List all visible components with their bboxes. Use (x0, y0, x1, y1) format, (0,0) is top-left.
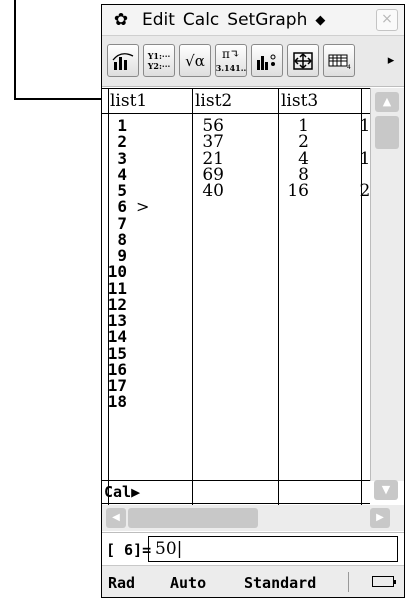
header-list3[interactable]: list3 (281, 88, 359, 114)
battery-icon (372, 576, 396, 587)
status-mode[interactable]: Auto (170, 574, 206, 592)
diamond-icon[interactable]: ◆ (315, 13, 325, 28)
row-number: 2 (117, 132, 127, 152)
sqrt-alpha-icon[interactable]: √α (179, 44, 211, 77)
calculator-screen: ✿ Edit Calc SetGraph ◆ × Y1:··· Y2:··· √α… (101, 4, 405, 598)
horizontal-scrollbar[interactable]: ◀ ▶ (102, 505, 404, 531)
gear-icon[interactable]: ✿ (108, 10, 134, 30)
menu-bar: ✿ Edit Calc SetGraph ◆ × (102, 5, 404, 36)
graph-icon[interactable] (107, 44, 139, 77)
scroll-down-icon[interactable]: ▼ (374, 480, 398, 500)
status-separator (348, 572, 349, 592)
entry-line: [ 6]= 50| (102, 532, 404, 565)
status-bar: Rad Auto Standard (102, 565, 404, 597)
table-icon[interactable]: 4 (323, 44, 355, 77)
vertical-scrollbar[interactable]: ▲ (370, 88, 404, 481)
header-list1[interactable]: list1 (110, 88, 188, 114)
entry-input[interactable]: 50| (148, 536, 398, 562)
scroll-up-icon[interactable]: ▲ (375, 92, 399, 112)
y-editor-icon[interactable]: Y1:··· Y2:··· (143, 44, 175, 77)
scroll-thumb[interactable] (375, 116, 399, 149)
scroll-left-icon[interactable]: ◀ (106, 508, 126, 528)
status-display[interactable]: Standard (244, 574, 316, 592)
pi-decimal-icon[interactable]: π↴ 3.141.. (215, 44, 247, 77)
menu-edit[interactable]: Edit (142, 10, 175, 30)
row-number: 10 (107, 262, 127, 282)
scroll-right-icon[interactable]: ▶ (370, 508, 390, 528)
horizontal-scroll-thumb[interactable] (128, 508, 258, 528)
close-icon[interactable]: × (376, 9, 398, 31)
cell-cursor-icon: > (136, 197, 150, 217)
header-list2[interactable]: list2 (195, 88, 273, 114)
row-number: 14 (107, 327, 127, 347)
menu-setgraph[interactable]: SetGraph (227, 10, 307, 30)
row-number: 6 (117, 197, 127, 217)
entry-label: [ 6]= (106, 541, 152, 559)
table-cell[interactable]: 37 (154, 134, 224, 151)
table-cell[interactable]: 16 (239, 183, 309, 200)
table-cell[interactable]: 2 (239, 134, 309, 151)
cal-row[interactable]: Cal▶ (102, 480, 370, 504)
resize-icon[interactable] (287, 44, 319, 77)
svg-text:4: 4 (347, 64, 351, 71)
toolbar-more-icon[interactable]: ▸ (380, 44, 402, 77)
menu-calc[interactable]: Calc (183, 10, 219, 30)
status-angle[interactable]: Rad (108, 574, 135, 592)
callout-line-horizontal (14, 98, 108, 100)
row-number: 18 (107, 392, 127, 412)
stat-plot-icon[interactable] (251, 44, 283, 77)
cal-label[interactable]: Cal▶ (104, 483, 140, 501)
table-cell[interactable]: 40 (154, 183, 224, 200)
toolbar: Y1:··· Y2:··· √α π↴ 3.141.. 4 ▸ (102, 36, 404, 87)
callout-line-vertical (14, 0, 16, 100)
